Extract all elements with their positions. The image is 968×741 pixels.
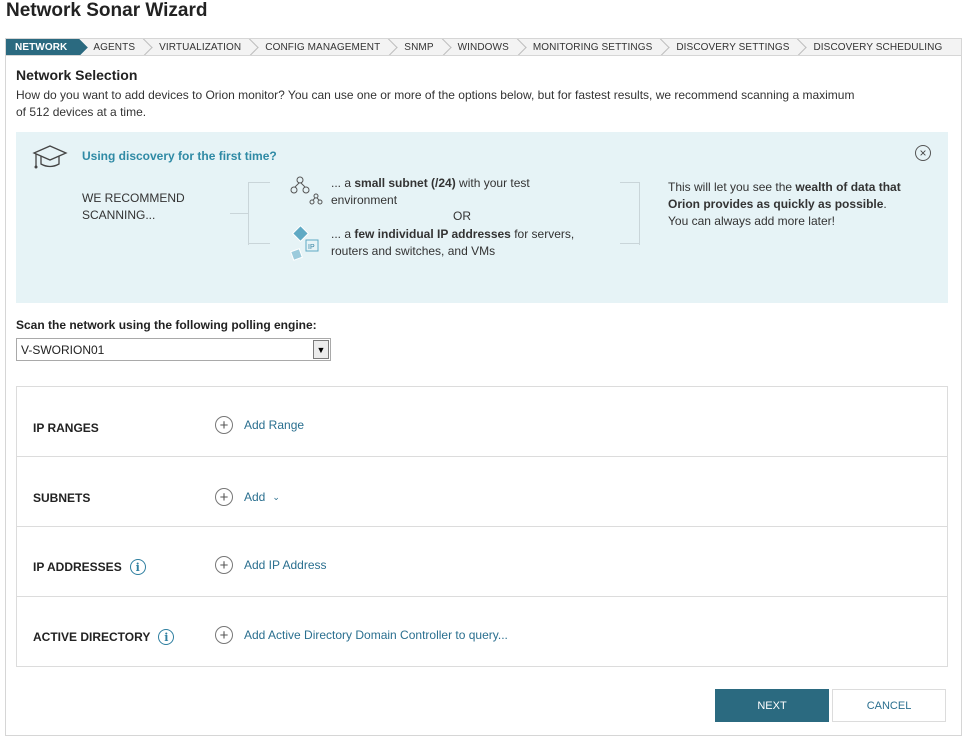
info-heading: Using discovery for the first time? <box>82 149 277 163</box>
graduation-cap-icon <box>32 145 68 169</box>
row-active-directory: ACTIVE DIRECTORY i + Add Active Director… <box>17 597 947 667</box>
bracket-divider-right <box>620 182 640 245</box>
info-icon[interactable]: i <box>158 629 175 645</box>
ip-address-icon: IP <box>290 225 319 261</box>
plus-circle-icon: + <box>215 416 233 434</box>
info-side-note: This will let you see the wealth of data… <box>668 180 901 228</box>
step-config-management[interactable]: CONFIG MANAGEMENT <box>251 39 390 55</box>
step-monitoring-settings[interactable]: MONITORING SETTINGS <box>519 39 663 55</box>
polling-engine-label: Scan the network using the following pol… <box>16 318 317 332</box>
section-title: Network Selection <box>16 67 138 83</box>
active-directory-label: ACTIVE DIRECTORY <box>33 630 151 644</box>
close-icon[interactable]: × <box>915 145 931 161</box>
step-agents[interactable]: AGENTS <box>79 39 145 55</box>
info-icon[interactable]: i <box>129 559 146 575</box>
recommend-text: WE RECOMMEND SCANNING... <box>82 191 185 222</box>
polling-engine-select[interactable]: V-SWORION01 ▼ <box>16 338 331 361</box>
ip-addresses-label: IP ADDRESSES <box>33 560 122 574</box>
step-snmp[interactable]: SNMP <box>390 39 443 55</box>
or-text: OR <box>453 209 471 223</box>
add-subnet-button[interactable]: + Add ⌄ <box>215 488 280 506</box>
row-ip-ranges: IP RANGES + Add Range <box>17 387 947 457</box>
wizard-steps: NETWORK AGENTS VIRTUALIZATION CONFIG MAN… <box>5 38 962 56</box>
step-windows[interactable]: WINDOWS <box>444 39 519 55</box>
bracket-divider-left <box>230 182 270 245</box>
option-ip-text: ... a few individual IP addresses for se… <box>331 227 575 258</box>
svg-text:IP: IP <box>308 244 315 251</box>
chevron-down-icon[interactable]: ⌄ <box>272 492 280 503</box>
subnets-label: SUBNETS <box>33 491 91 505</box>
wizard-title: Network Sonar Wizard <box>6 0 208 21</box>
add-ip-address-link[interactable]: Add IP Address <box>244 558 327 572</box>
dropdown-arrow-icon[interactable]: ▼ <box>313 340 329 359</box>
cancel-button[interactable]: CANCEL <box>832 689 946 722</box>
add-active-directory-button[interactable]: + Add Active Directory Domain Controller… <box>215 626 508 644</box>
row-subnets: SUBNETS + Add ⌄ <box>17 457 947 527</box>
add-range-link[interactable]: Add Range <box>244 418 304 432</box>
subnet-icon <box>290 176 323 205</box>
plus-circle-icon: + <box>215 626 233 644</box>
discovery-targets-card: IP RANGES + Add Range SUBNETS + Add ⌄ IP… <box>16 386 948 667</box>
plus-circle-icon: + <box>215 488 233 506</box>
step-virtualization[interactable]: VIRTUALIZATION <box>145 39 251 55</box>
next-button[interactable]: NEXT <box>715 689 829 722</box>
first-time-info-panel: Using discovery for the first time? × WE… <box>16 132 948 303</box>
step-discovery-settings[interactable]: DISCOVERY SETTINGS <box>662 39 799 55</box>
add-active-directory-link[interactable]: Add Active Directory Domain Controller t… <box>244 628 508 642</box>
step-discovery-scheduling[interactable]: DISCOVERY SCHEDULING <box>799 39 952 55</box>
add-subnet-link[interactable]: Add <box>244 490 265 504</box>
section-description: How do you want to add devices to Orion … <box>16 88 855 119</box>
ip-ranges-label: IP RANGES <box>33 421 99 435</box>
row-ip-addresses: IP ADDRESSES i + Add IP Address <box>17 527 947 597</box>
add-range-button[interactable]: + Add Range <box>215 416 304 434</box>
plus-circle-icon: + <box>215 556 233 574</box>
add-ip-address-button[interactable]: + Add IP Address <box>215 556 327 574</box>
step-network[interactable]: NETWORK <box>6 39 80 55</box>
option-subnet-text: ... a small subnet (/24) with your test … <box>331 176 530 207</box>
polling-engine-value: V-SWORION01 <box>21 343 105 357</box>
